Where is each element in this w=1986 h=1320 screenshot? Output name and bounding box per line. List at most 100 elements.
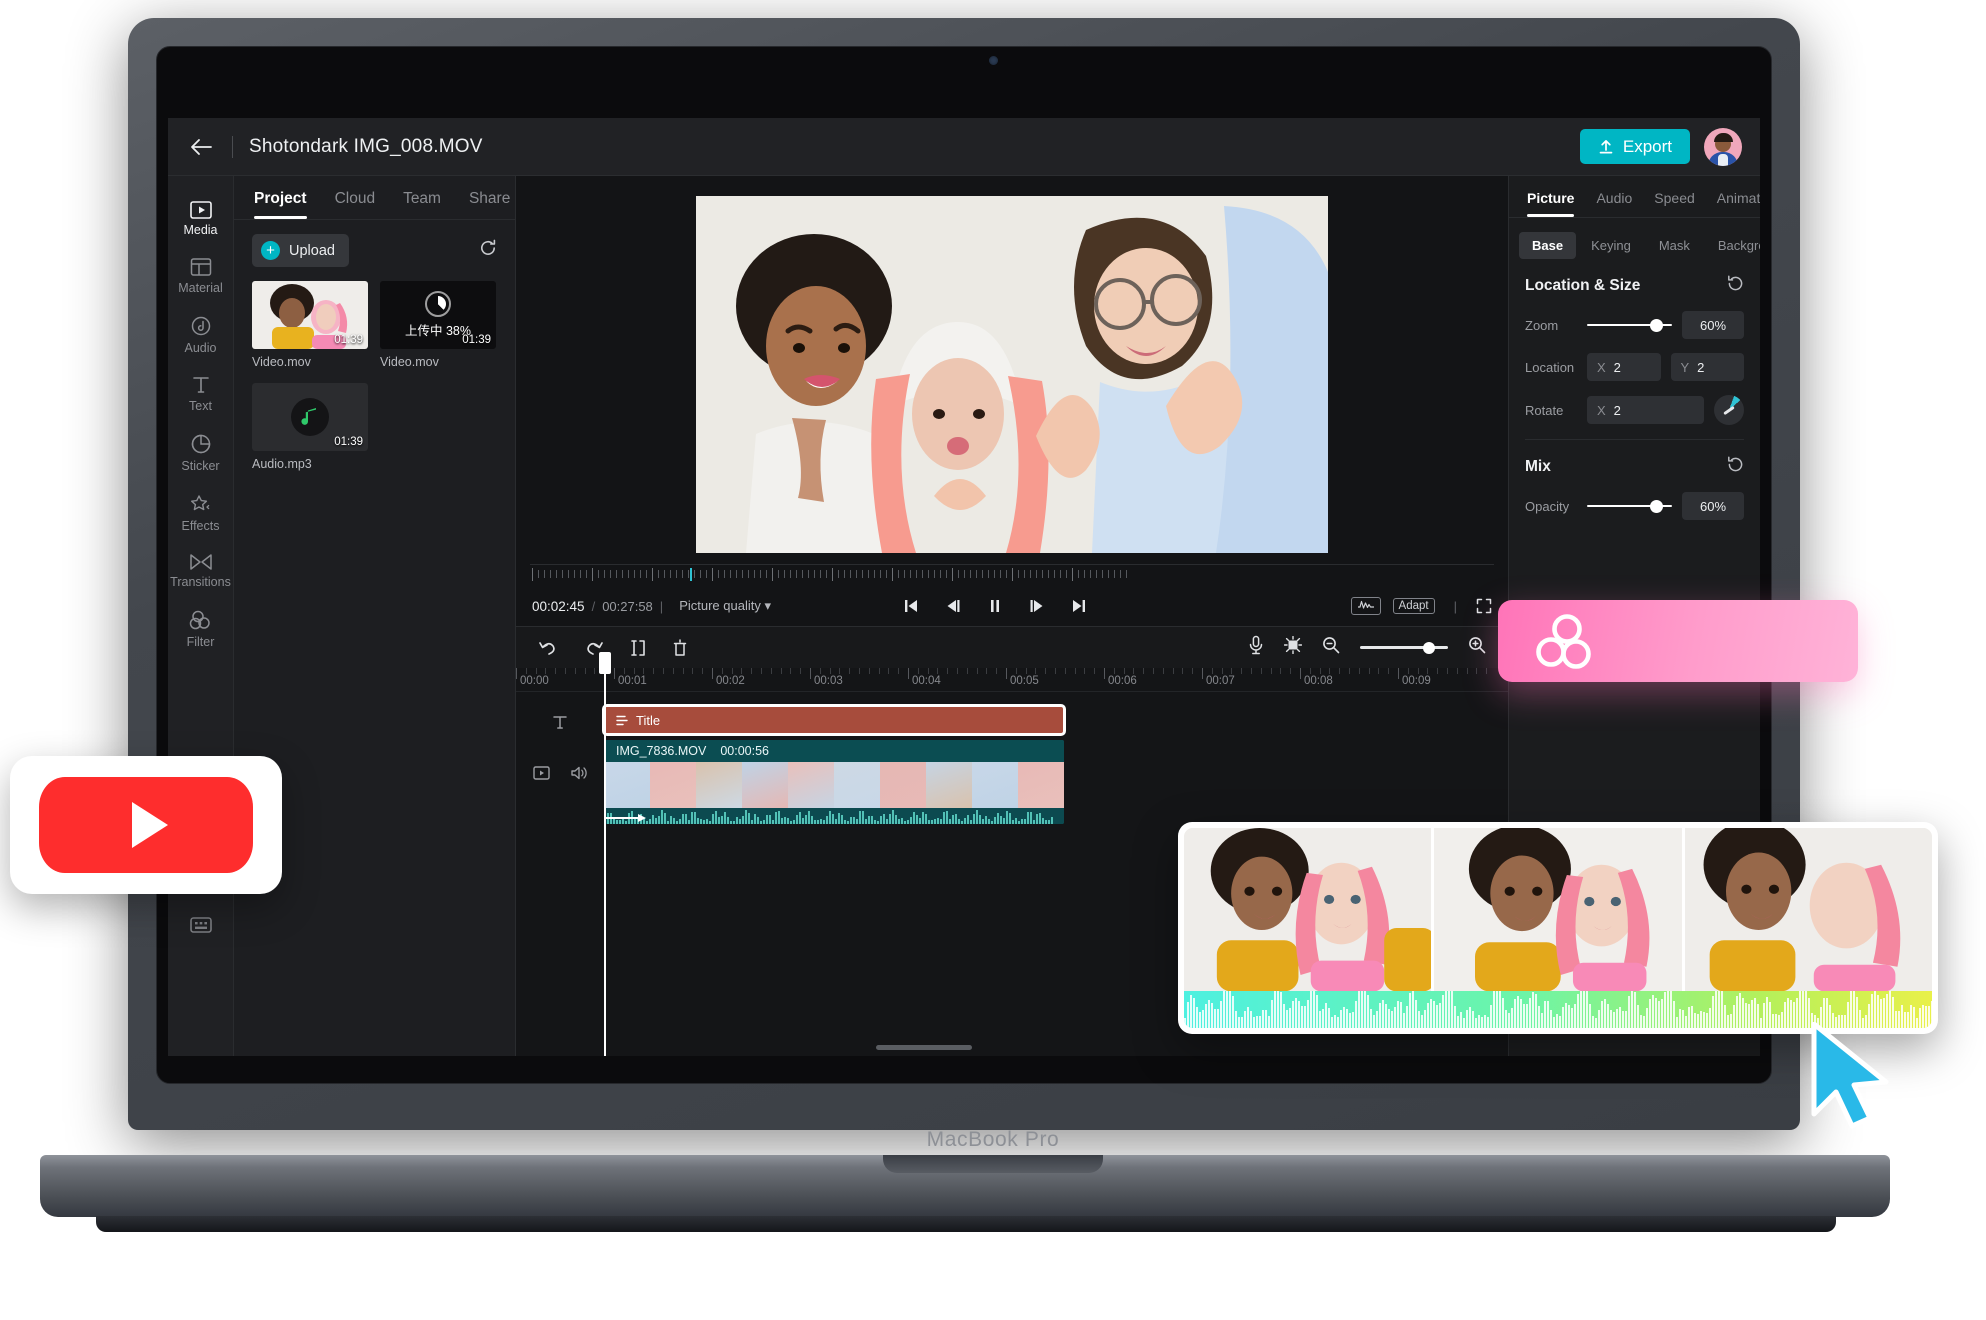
media-item[interactable]: 01:39 Audio.mp3	[252, 383, 368, 471]
subtab-mask[interactable]: Mask	[1646, 232, 1703, 259]
waveform-toggle-button[interactable]	[1350, 597, 1381, 615]
video-track-head[interactable]	[516, 738, 604, 808]
split-button[interactable]	[630, 639, 646, 657]
skip-to-start-button[interactable]	[903, 598, 919, 614]
current-time: 00:02:45	[532, 598, 585, 614]
zoom-handle[interactable]	[1649, 318, 1663, 332]
filmstrip-frame	[1434, 828, 1682, 992]
location-y-value: 2	[1697, 359, 1705, 375]
opacity-value[interactable]: 60%	[1682, 492, 1744, 520]
frame-image	[1434, 828, 1682, 992]
media-item[interactable]: 01:39 Video.mov	[252, 281, 368, 369]
undo-button[interactable]	[538, 639, 558, 657]
zoom-slider[interactable]	[1587, 318, 1672, 332]
timeline-ruler[interactable]: 00:00 00:01 00:02 00:03 00:04 00:05 00:06 00:07…	[516, 668, 1508, 692]
location-x-value: 2	[1613, 359, 1621, 375]
upload-spinner-icon	[425, 291, 451, 317]
project-panel-toolbar: + Upload	[234, 220, 515, 275]
location-x-field[interactable]: X 2	[1587, 353, 1661, 381]
zoom-value[interactable]: 60%	[1682, 311, 1744, 339]
delete-button[interactable]	[672, 638, 688, 657]
tab-project[interactable]: Project	[254, 190, 307, 219]
upload-button[interactable]: + Upload	[252, 234, 349, 267]
mix-reset-button[interactable]	[1727, 456, 1744, 478]
picture-quality-dropdown[interactable]: Picture quality ▾	[679, 598, 771, 614]
filmstrip-preview-card[interactable]	[1178, 822, 1938, 1034]
tab-picture[interactable]: Picture	[1527, 190, 1575, 217]
upload-button-label: Upload	[289, 242, 335, 259]
clip-thumbnail	[834, 762, 880, 808]
skip-to-end-button[interactable]	[1071, 598, 1087, 614]
zoom-in-button[interactable]	[1468, 636, 1486, 659]
speaker-icon	[570, 766, 587, 780]
zoom-label: Zoom	[1525, 317, 1559, 333]
timeline-zoom-slider[interactable]	[1360, 640, 1448, 656]
sidebar-item-label: Filter	[186, 635, 215, 649]
location-size-reset-button[interactable]	[1727, 275, 1744, 297]
timeline-horizontal-scrollbar[interactable]	[876, 1045, 972, 1050]
sidebar-item-transitions[interactable]: Transitions	[168, 542, 234, 598]
video-preview[interactable]	[696, 195, 1328, 553]
tab-animation[interactable]: Animation	[1717, 190, 1760, 217]
x-axis-label: X	[1597, 402, 1606, 418]
video-clip[interactable]: IMG_7836.MOV 00:00:56	[604, 740, 1064, 824]
export-button[interactable]: Export	[1579, 129, 1690, 164]
sidebar-item-filter[interactable]: Filter	[168, 598, 234, 658]
location-y-field[interactable]: Y 2	[1670, 353, 1744, 381]
rotate-dial[interactable]	[1714, 395, 1744, 425]
media-item[interactable]: 上传中 38% 01:39 Video.mov	[380, 281, 496, 369]
track-headers	[516, 692, 604, 1056]
youtube-badge[interactable]	[10, 756, 282, 894]
tab-cloud[interactable]: Cloud	[335, 190, 376, 219]
header-actions: Export	[1579, 127, 1742, 166]
fit-screen-icon	[1283, 635, 1303, 655]
tab-audio[interactable]: Audio	[1596, 190, 1632, 217]
opacity-slider[interactable]	[1587, 499, 1672, 513]
preview-area	[516, 176, 1508, 560]
subtab-base[interactable]: Base	[1519, 232, 1577, 259]
avatar[interactable]	[1704, 127, 1742, 166]
sidebar-item-text[interactable]: Text	[168, 364, 234, 422]
text-track-head[interactable]	[516, 706, 604, 738]
ruler-label: 00:05	[1010, 675, 1039, 687]
rotate-label: Rotate	[1525, 402, 1564, 418]
sidebar-item-effects[interactable]: Effects	[168, 482, 234, 542]
keyboard-shortcuts-button[interactable]	[168, 917, 234, 938]
media-duration: 01:39	[334, 436, 363, 448]
tab-speed[interactable]: Speed	[1654, 190, 1694, 217]
title-clip[interactable]: Title	[602, 704, 1066, 736]
filter-bubbles-icon	[1536, 614, 1591, 669]
frame-image	[1184, 828, 1432, 992]
ruler-label: 00:03	[814, 675, 843, 687]
opacity-handle[interactable]	[1649, 499, 1663, 513]
timeline-right-tools	[1248, 635, 1486, 660]
refresh-button[interactable]	[479, 239, 497, 262]
clip-thumbnail	[604, 762, 650, 808]
subtab-keying[interactable]: Keying	[1578, 232, 1644, 259]
filter-promo-card[interactable]	[1498, 600, 1858, 682]
sidebar-item-media[interactable]: Media	[168, 190, 234, 246]
step-forward-button[interactable]	[1029, 598, 1045, 614]
preview-scrubber[interactable]	[530, 564, 1494, 586]
zoom-row: Zoom 60%	[1525, 311, 1744, 339]
back-button[interactable]	[186, 132, 216, 162]
subtab-background[interactable]: Background	[1705, 232, 1760, 259]
fit-to-window-button[interactable]	[1283, 635, 1303, 659]
zoom-out-button[interactable]	[1322, 636, 1340, 659]
zoom-slider-handle[interactable]	[1423, 641, 1435, 654]
sidebar-item-material[interactable]: Material	[168, 246, 234, 304]
step-back-icon	[947, 600, 960, 612]
tab-share[interactable]: Share	[469, 190, 510, 219]
step-back-button[interactable]	[945, 598, 961, 614]
tab-team[interactable]: Team	[403, 190, 441, 219]
record-voiceover-button[interactable]	[1248, 635, 1264, 660]
playhead[interactable]	[599, 652, 611, 1056]
sidebar-item-audio[interactable]: Audio	[168, 304, 234, 364]
adapt-button[interactable]: Adapt	[1392, 598, 1435, 614]
rotate-x-field[interactable]: X 2	[1587, 396, 1704, 424]
sidebar-item-sticker[interactable]: Sticker	[168, 422, 234, 482]
fullscreen-button[interactable]	[1476, 598, 1492, 614]
transitions-icon	[189, 554, 212, 570]
keyboard-shortcuts-icon	[190, 917, 212, 933]
pause-button[interactable]	[987, 598, 1003, 614]
